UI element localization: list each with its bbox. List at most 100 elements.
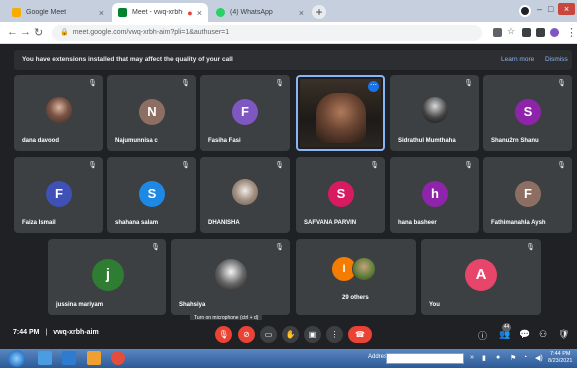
puzzle-extensions-icon[interactable] xyxy=(536,28,545,37)
participant-name: DHANISHA xyxy=(208,220,240,226)
tab-meet-call[interactable]: Meet - vwq-xrbh-aim ● × xyxy=(112,3,208,22)
avatar xyxy=(422,97,448,123)
participant-tile[interactable]: 🎙 F Faiza Ismail xyxy=(14,157,103,233)
mic-off-icon: 🎙 xyxy=(218,330,229,339)
camera-off-icon: ⊘ xyxy=(243,330,250,339)
meet-control-bar: 7:44 PM | vwq-xrbh-aim 🎙 ⊘ ▭ ✋ ▣ ⋮ ☎ ⓘ 👥… xyxy=(0,320,577,349)
reload-icon[interactable]: ↻ xyxy=(34,26,43,39)
wifi-icon[interactable]: ◔ xyxy=(523,354,527,361)
chrome-taskbar-icon[interactable] xyxy=(111,351,125,365)
tray-app-icon[interactable]: ● xyxy=(496,354,500,361)
participant-tile[interactable]: 🎙 F Fathimanahla Aysh xyxy=(483,157,572,233)
bookmark-star-icon[interactable]: ☆ xyxy=(507,26,515,37)
more-vert-icon: ⋮ xyxy=(330,330,339,339)
tab-whatsapp[interactable]: (4) WhatsApp × xyxy=(210,3,310,22)
address-bar[interactable]: 🔒 meet.google.com/vwq-xrbh-aim?pli=1&auth… xyxy=(52,25,482,41)
close-tab-icon[interactable]: × xyxy=(299,8,304,18)
participant-name: You xyxy=(429,302,440,308)
avatar: N xyxy=(139,99,165,125)
tab-google-meet[interactable]: Google Meet × xyxy=(6,3,110,22)
avatar: A xyxy=(465,259,497,291)
network-icon[interactable]: ▮ xyxy=(482,354,486,362)
start-button[interactable] xyxy=(8,350,25,367)
back-arrow-icon[interactable]: ← xyxy=(7,26,18,38)
avatar xyxy=(352,257,376,281)
mic-off-icon: 🎙 xyxy=(275,244,284,251)
system-clock[interactable]: 7:44 PM 8/23/2021 xyxy=(548,351,572,365)
new-tab-button[interactable]: + xyxy=(312,5,326,19)
leave-call-button[interactable]: ☎ xyxy=(348,326,372,343)
participant-tile[interactable]: 🎙 F Fasiha Fasi xyxy=(200,75,290,151)
participant-tile[interactable]: 🎙 S SAFVANA PARVIN xyxy=(296,157,385,233)
activities-icon[interactable]: ⚇ xyxy=(539,329,547,340)
self-tile[interactable]: 🎙 A You xyxy=(421,239,541,315)
others-tile[interactable]: I 29 others xyxy=(296,239,416,315)
mic-off-icon: 🎙 xyxy=(181,162,190,169)
internet-explorer-icon[interactable] xyxy=(62,351,76,365)
avatar: S xyxy=(515,99,541,125)
participant-tile[interactable]: 🎙 dana davood xyxy=(14,75,103,151)
avatar xyxy=(46,97,72,123)
more-options-icon[interactable]: ⋯ xyxy=(368,81,379,92)
microphone-toggle-button[interactable]: 🎙 xyxy=(215,326,232,343)
chrome-profile-icon[interactable] xyxy=(519,5,531,17)
participant-tile[interactable]: 🎙 DHANISHA xyxy=(200,157,290,233)
tray-arrows-icon[interactable]: » xyxy=(470,354,474,361)
extension-icon[interactable] xyxy=(522,28,531,37)
participant-tile[interactable]: 🎙 S shahana salam xyxy=(107,157,196,233)
camera-permission-icon[interactable] xyxy=(493,28,502,37)
camera-toggle-button[interactable]: ⊘ xyxy=(238,326,255,343)
browser-tab-strip: Google Meet × Meet - vwq-xrbh-aim ● × (4… xyxy=(0,0,577,22)
file-explorer-icon[interactable] xyxy=(38,351,52,365)
participant-tile[interactable]: 🎙 h hana basheer xyxy=(390,157,479,233)
participant-name: Fathimanahla Aysh xyxy=(491,220,546,226)
meet-favicon-icon xyxy=(118,8,127,17)
participant-tile[interactable]: 🎙 S Shanu2rn Shanu xyxy=(483,75,572,151)
tab-title: Meet - vwq-xrbh-aim xyxy=(132,9,183,16)
host-controls-icon[interactable]: 🛡 xyxy=(558,329,569,340)
chat-icon[interactable]: 💬 xyxy=(519,329,530,340)
flag-icon[interactable]: ⚑ xyxy=(510,354,516,362)
mic-off-icon: 🎙 xyxy=(464,80,473,87)
forward-arrow-icon[interactable]: → xyxy=(20,26,31,38)
avatar: S xyxy=(139,181,165,207)
mic-off-icon: 🎙 xyxy=(275,162,284,169)
whatsapp-favicon-icon xyxy=(216,8,225,17)
chrome-menu-icon[interactable]: ⋮ xyxy=(566,26,577,39)
participant-name: jussina mariyam xyxy=(56,302,104,308)
profile-avatar-icon[interactable] xyxy=(550,28,559,37)
banner-text: You have extensions installed that may a… xyxy=(22,56,233,63)
meeting-info-icon[interactable]: ⓘ xyxy=(478,329,487,342)
captions-button[interactable]: ▭ xyxy=(260,326,277,343)
participant-tile[interactable]: 🎙 Shahsiya xyxy=(171,239,290,315)
minimize-icon[interactable]: – xyxy=(537,4,542,14)
mic-off-icon: 🎙 xyxy=(181,80,190,87)
close-tab-icon[interactable]: × xyxy=(197,8,202,18)
learn-more-link[interactable]: Learn more xyxy=(501,50,534,70)
meeting-code: vwq-xrbh-aim xyxy=(53,329,99,336)
raise-hand-button[interactable]: ✋ xyxy=(282,326,299,343)
participant-name: hana basheer xyxy=(398,220,437,226)
dismiss-button[interactable]: Dismiss xyxy=(545,50,568,70)
participant-tile[interactable]: 🎙 j jussina mariyam xyxy=(48,239,166,315)
address-toolbar-input[interactable] xyxy=(386,353,464,364)
more-options-button[interactable]: ⋮ xyxy=(326,326,343,343)
present-button[interactable]: ▣ xyxy=(304,326,321,343)
avatar: F xyxy=(46,181,72,207)
others-count: 29 others xyxy=(342,295,369,301)
window-close-icon[interactable]: × xyxy=(558,3,575,15)
volume-icon[interactable]: ◀) xyxy=(535,354,543,362)
present-screen-icon: ▣ xyxy=(308,330,317,339)
participant-tile[interactable]: 🎙 N Najumunnisa c xyxy=(107,75,196,151)
media-player-icon[interactable] xyxy=(87,351,101,365)
active-speaker-video-tile[interactable]: ⋯ xyxy=(296,75,385,151)
separator: | xyxy=(45,329,48,336)
participant-name: Faiza Ismail xyxy=(22,220,56,226)
clock-date: 8/23/2021 xyxy=(548,358,573,364)
participant-name: Fasiha Fasi xyxy=(208,138,241,144)
participant-tile[interactable]: 🎙 Sidrathul Mumthaha xyxy=(390,75,479,151)
participant-name: Najumunnisa c xyxy=(115,138,158,144)
close-tab-icon[interactable]: × xyxy=(99,8,104,18)
maximize-icon[interactable]: □ xyxy=(548,4,553,14)
avatar: h xyxy=(422,181,448,207)
